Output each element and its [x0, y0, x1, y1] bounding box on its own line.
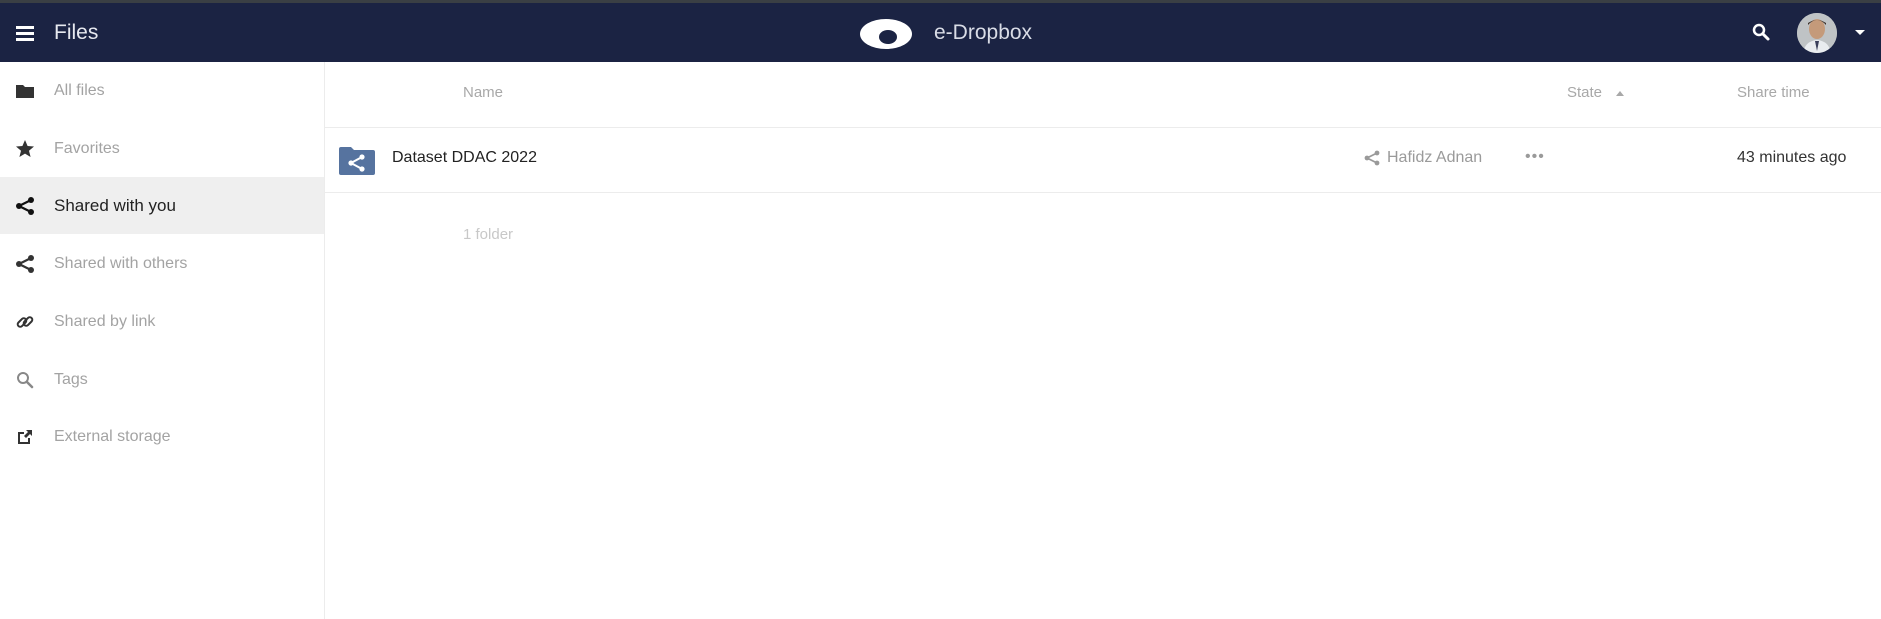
sidebar-item-label: All files: [54, 81, 105, 99]
file-name[interactable]: Dataset DDAC 2022: [392, 149, 537, 167]
shared-by-owner[interactable]: Hafidz Adnan: [1363, 149, 1482, 167]
user-avatar[interactable]: [1797, 13, 1837, 53]
share-icon: [14, 195, 36, 217]
search-icon: [14, 369, 36, 391]
sidebar-item-all-files[interactable]: All files: [0, 62, 324, 119]
sidebar-item-shared-with-you[interactable]: Shared with you: [0, 177, 324, 234]
folder-icon: [14, 80, 36, 102]
column-header-share-time[interactable]: Share time: [1737, 84, 1810, 101]
brand-name: e-Dropbox: [934, 21, 1033, 44]
sidebar-item-shared-with-others[interactable]: Shared with others: [0, 235, 324, 292]
column-header-name[interactable]: Name: [463, 84, 503, 101]
sidebar-item-label: Shared by link: [54, 312, 156, 330]
sidebar-item-label: Tags: [54, 370, 88, 388]
sidebar-item-label: Shared with you: [54, 195, 176, 215]
cloud-logo-icon: [860, 19, 912, 49]
sidebar-item-label: External storage: [54, 427, 171, 445]
sidebar-item-label: Shared with others: [54, 254, 188, 272]
sidebar-item-label: Favorites: [54, 139, 120, 157]
sidebar-navigation: All files Favorites Shared with you Shar…: [0, 62, 325, 619]
table-row[interactable]: Dataset DDAC 2022 Hafidz Adnan ••• 43 mi…: [325, 128, 1881, 191]
column-header-state[interactable]: State: [1567, 84, 1625, 101]
shared-folder-icon: [339, 145, 375, 175]
file-count-summary: 1 folder: [463, 226, 514, 243]
sidebar-item-external-storage[interactable]: External storage: [0, 408, 324, 465]
caret-down-icon[interactable]: [1855, 30, 1865, 35]
more-dots-icon[interactable]: •••: [1525, 148, 1545, 166]
star-icon: [14, 138, 36, 160]
link-icon: [14, 311, 36, 333]
share-time: 43 minutes ago: [1737, 149, 1847, 166]
share-icon: [14, 253, 36, 275]
external-link-icon: [14, 426, 36, 448]
file-list: Name State Share time Dataset DDAC 2022 …: [325, 62, 1881, 619]
shared-by-name: Hafidz Adnan: [1387, 149, 1483, 166]
sort-ascending-icon: [1616, 90, 1625, 96]
app-title: Files: [54, 21, 99, 44]
row-divider: [325, 192, 1881, 193]
sidebar-item-favorites[interactable]: Favorites: [0, 120, 324, 177]
column-header-state-label: State: [1567, 84, 1603, 101]
sidebar-item-shared-by-link[interactable]: Shared by link: [0, 293, 324, 350]
share-icon: [1364, 150, 1380, 166]
app-header: Files e-Dropbox: [0, 3, 1881, 62]
hamburger-menu-icon[interactable]: [16, 26, 34, 41]
sidebar-item-tags[interactable]: Tags: [0, 351, 324, 408]
search-icon[interactable]: [1749, 20, 1773, 44]
brand[interactable]: e-Dropbox: [858, 15, 1032, 51]
